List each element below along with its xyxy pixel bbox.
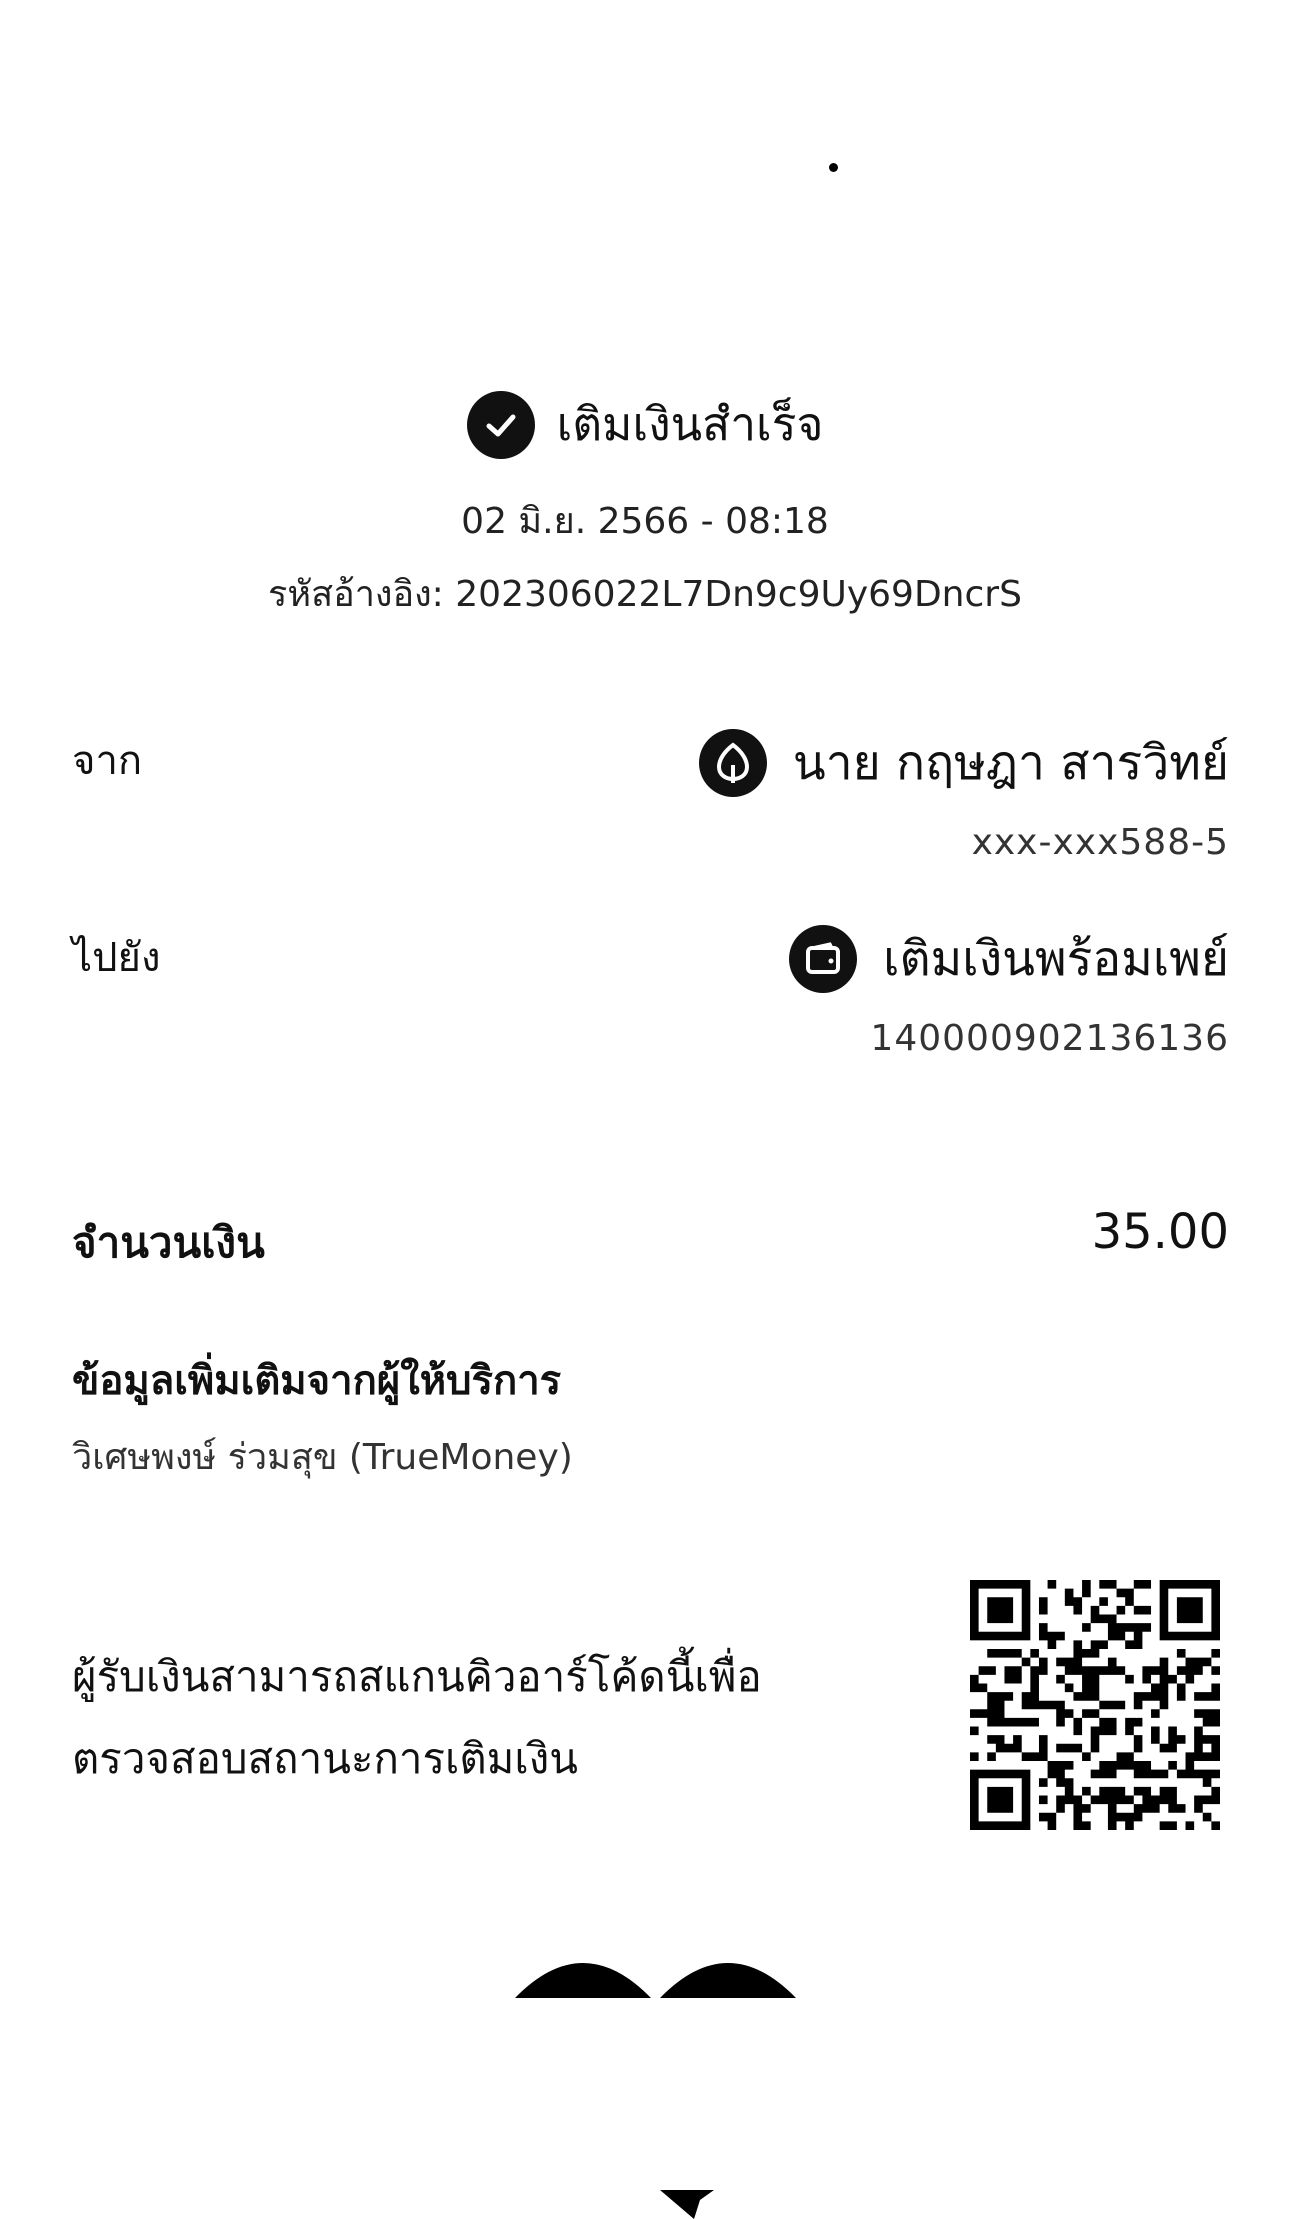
to-label: ไปยัง	[72, 935, 161, 981]
decorative-dot	[829, 163, 838, 172]
transaction-datetime: 02 มิ.ย. 2566 - 08:18	[461, 501, 829, 542]
wallet-icon	[789, 925, 858, 993]
from-label: จาก	[72, 738, 143, 784]
success-check-icon	[466, 390, 535, 459]
qr-finder-pattern	[1159, 1580, 1220, 1641]
from-account: xxx-xxx588-5	[971, 822, 1229, 863]
footer-arrow-icon	[660, 2190, 714, 2219]
to-name: เติมเงินพร้อมเพย์	[883, 931, 1229, 987]
amount-label: จำนวนเงิน	[72, 1218, 265, 1267]
from-party: นาย กฤษฎา สารวิทย์	[698, 725, 1229, 801]
status-header: เติมเงินสำเร็จ	[0, 388, 1290, 461]
provider-info-title: ข้อมูลเพิ่มเติมจากผู้ให้บริการ	[72, 1358, 562, 1404]
qr-note: ผู้รับเงินสามารถสแกนคิวอาร์โค้ดนี้เพื่อ …	[72, 1636, 852, 1800]
reference-code: รหัสอ้างอิง: 202306022L7Dn9c9Uy69DncrS	[268, 574, 1022, 615]
to-party: เติมเงินพร้อมเพย์	[789, 921, 1229, 997]
provider-info-text: วิเศษพงษ์ ร่วมสุข (TrueMoney)	[72, 1437, 573, 1478]
qr-note-line-1: ผู้รับเงินสามารถสแกนคิวอาร์โค้ดนี้เพื่อ	[72, 1652, 762, 1701]
qr-finder-pattern	[970, 1580, 1031, 1641]
amount-value: 35.00	[1091, 1204, 1229, 1260]
qr-finder-pattern	[970, 1769, 1031, 1830]
footer-logo-shapes	[515, 1963, 796, 1998]
qr-code[interactable]	[970, 1580, 1220, 1830]
kbank-leaf-icon	[698, 729, 767, 797]
from-name: นาย กฤษฎา สารวิทย์	[792, 735, 1229, 791]
status-title: เติมเงินสำเร็จ	[556, 397, 824, 451]
qr-note-line-2: ตรวจสอบสถานะการเติมเงิน	[72, 1734, 578, 1783]
to-account: 140000902136136	[870, 1018, 1229, 1059]
